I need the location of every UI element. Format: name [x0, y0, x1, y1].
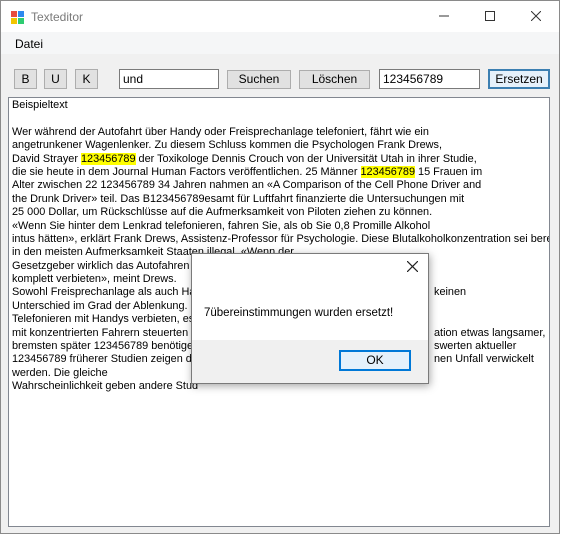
bold-button[interactable]: B — [14, 69, 37, 89]
replace-button[interactable]: Ersetzen — [488, 69, 550, 89]
editor-text-segment: komplett verbieten», meint Drews. — [12, 273, 177, 286]
editor-text-segment: bremsten später 123456789 benötiger — [12, 340, 197, 353]
editor-line: the Drunk Driver» teil. Das B123456789es… — [12, 193, 548, 206]
editor-text-segment: swerten aktueller — [434, 340, 517, 353]
editor-text-segment: intus hätten», erklärt Frank Drews, Assi… — [12, 232, 550, 245]
editor-line: intus hätten», erklärt Frank Drews, Assi… — [12, 232, 550, 246]
editor-text-segment: keinen — [434, 286, 467, 299]
title-bar[interactable]: Texteditor — [1, 1, 559, 32]
editor-text-segment: David Strayer — [12, 152, 81, 165]
editor-line: angetrunkener Wagenlenker. Zu diesem Sch… — [12, 139, 548, 152]
editor-line: Alter zwischen 22 123456789 34 Jahren na… — [12, 179, 548, 192]
editor-line: David Strayer 123456789 der Toxikologe D… — [12, 152, 548, 166]
editor-line: «Wenn Sie hinter dem Lenkrad telefoniere… — [12, 220, 548, 233]
editor-text-segment: der Toxikologe Dennis Crouch von der Uni… — [135, 152, 477, 165]
maximize-button[interactable] — [467, 1, 513, 32]
dialog-footer: OK — [192, 340, 428, 383]
dialog-message: 7übereinstimmungen wurden ersetzt! — [204, 307, 394, 319]
editor-line: die sie heute in dem Journal Human Facto… — [12, 165, 548, 179]
editor-text-segment: Telefonieren mit Handys verbieten, es — [12, 313, 195, 326]
delete-button[interactable]: Löschen — [299, 70, 370, 89]
maximize-icon — [485, 11, 495, 21]
editor-line: Wer während der Autofahrt über Handy ode… — [12, 126, 548, 139]
editor-text-segment: Beispieltext — [12, 99, 68, 111]
editor-text-segment: werden. Die gleiche — [12, 366, 108, 379]
underline-button[interactable]: U — [44, 69, 67, 89]
highlighted-match: 123456789 — [81, 152, 136, 165]
editor-text-segment: angetrunkener Wagenlenker. Zu diesem Sch… — [12, 139, 442, 152]
close-icon — [406, 260, 419, 273]
editor-text-segment: the Drunk Driver» teil. Das B123456789es… — [12, 192, 465, 205]
window-title: Texteditor — [31, 10, 84, 24]
editor-text-segment: Sowohl Freisprechanlage als auch Ha — [12, 286, 196, 299]
editor-text-segment: ation etwas langsamer, — [434, 326, 546, 339]
editor-text-segment: 123456789 früherer Studien zeigen die — [12, 353, 201, 366]
editor-text-segment: «Wenn Sie hinter dem Lenkrad telefoniere… — [12, 219, 431, 232]
search-button[interactable]: Suchen — [227, 70, 291, 89]
dialog-close-button[interactable] — [406, 259, 419, 277]
message-dialog: 7übereinstimmungen wurden ersetzt! OK — [191, 253, 429, 384]
close-icon — [530, 10, 542, 22]
search-input[interactable]: und — [119, 69, 219, 89]
editor-text-segment: Wahrscheinlichkeit geben andere Stud — [12, 380, 199, 393]
ok-button[interactable]: OK — [339, 350, 411, 371]
close-button[interactable] — [513, 1, 559, 32]
italic-button[interactable]: K — [75, 69, 98, 89]
editor-text-segment: nen Unfall verwickelt — [434, 353, 534, 366]
minimize-button[interactable] — [421, 1, 467, 32]
editor-text-segment: Gesetzgeber wirklich das Autofahren s — [12, 259, 198, 272]
editor-text-segment: die sie heute in dem Journal Human Facto… — [12, 165, 361, 178]
editor-line: Beispieltext — [12, 99, 548, 112]
editor-text-segment: Unterschied im Grad der Ablenkung. « — [12, 299, 197, 312]
editor-text-segment: 25 000 Dollar, um Rückschlüsse auf die A… — [12, 206, 433, 219]
highlighted-match: 123456789 — [360, 165, 416, 178]
editor-text-segment: Wer während der Autofahrt über Handy ode… — [12, 125, 429, 138]
editor-line: 25 000 Dollar, um Rückschlüsse auf die A… — [12, 206, 548, 219]
app-icon — [11, 11, 24, 24]
editor-text-segment: 15 Frauen im — [415, 165, 483, 178]
menu-item-datei[interactable]: Datei — [15, 37, 43, 51]
menu-bar: Datei — [1, 32, 559, 54]
editor-text-segment: mit konzentrierten Fahrern steuerten di — [12, 326, 200, 339]
app-window: Texteditor Datei B U K und Suchen Lösche… — [0, 0, 560, 534]
minimize-icon — [439, 15, 449, 17]
editor-text-segment: Alter zwischen 22 123456789 34 Jahren na… — [12, 179, 482, 192]
replace-input[interactable]: 123456789 — [379, 69, 480, 89]
